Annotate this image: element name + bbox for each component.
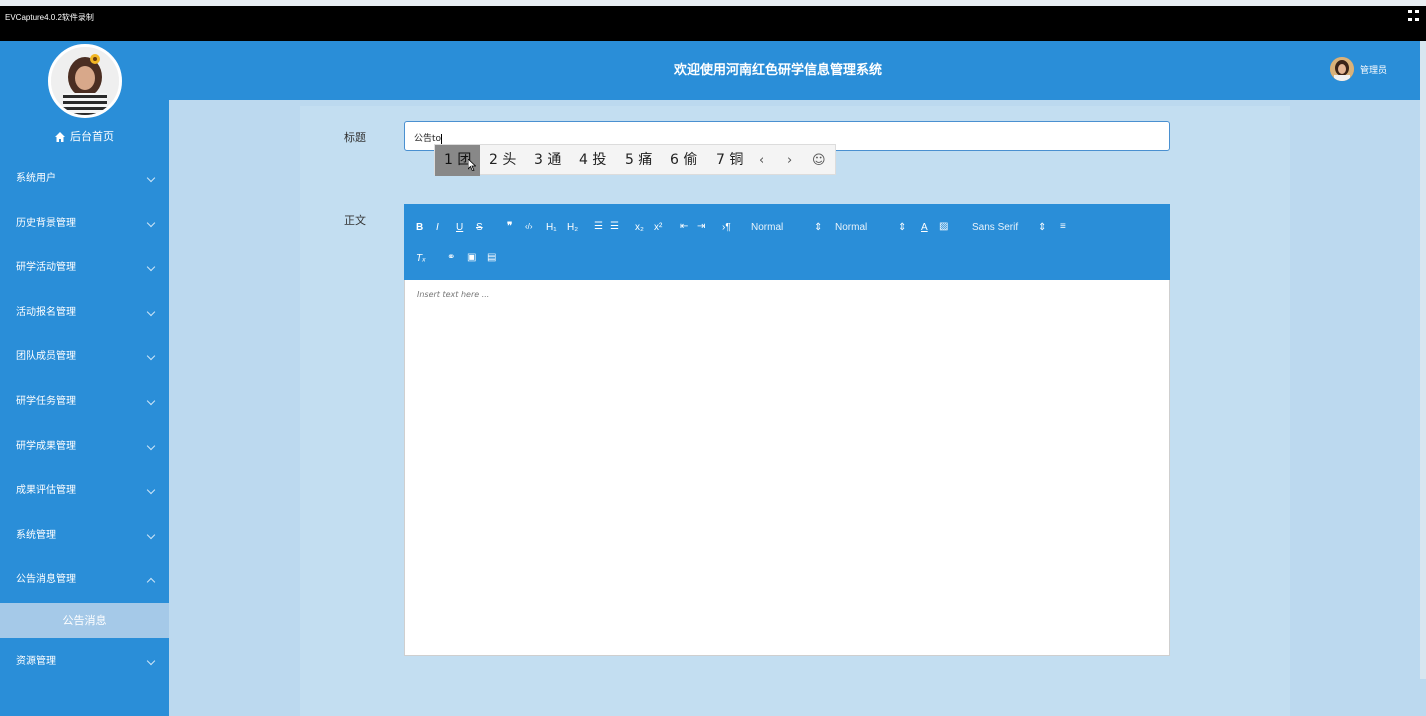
rich-text-editor: B I U S ❞ ‹/› H₁ H₂ ☰ ☰ x₂ x² ⇤ ⇥ ›¶ Nor…: [404, 204, 1170, 656]
page-title: 欢迎使用河南红色研学信息管理系统: [673, 63, 882, 78]
code-block-icon[interactable]: ‹/›: [525, 222, 533, 231]
blockquote-icon[interactable]: ❞: [507, 221, 512, 232]
superscript-icon[interactable]: x²: [654, 222, 662, 233]
capture-caption: EVCapture4.0.2软件录制: [5, 13, 94, 22]
text-caret: [441, 133, 443, 144]
video-icon[interactable]: ▤: [487, 252, 496, 263]
indent-increase-icon[interactable]: ⇥: [697, 221, 705, 232]
font-select[interactable]: Sans Serif: [972, 222, 1018, 233]
bold-icon[interactable]: B: [416, 222, 423, 233]
text-color-icon[interactable]: A: [921, 222, 928, 233]
chevron-down-icon: [146, 656, 156, 666]
user-avatar[interactable]: [48, 44, 122, 118]
admin-avatar[interactable]: [1330, 57, 1354, 81]
sidebar-item-label: 资源管理: [16, 655, 56, 667]
italic-icon[interactable]: I: [436, 222, 439, 233]
ime-emoji-icon[interactable]: ☺: [812, 145, 826, 176]
sidebar-item-study-activity[interactable]: 研学活动管理: [0, 246, 169, 291]
announcement-form: 标题 公告to 1 团 2 头 3 通 4 投 5 痛 6 偷 7 铜 ‹ › …: [300, 106, 1290, 716]
header-select[interactable]: Normal: [751, 222, 783, 233]
text-direction-icon[interactable]: ›¶: [722, 222, 731, 233]
font-select-arrows-icon[interactable]: ⇕: [1038, 222, 1046, 233]
background-color-icon[interactable]: ▨: [939, 221, 948, 232]
body-label: 正文: [344, 214, 366, 227]
strikethrough-icon[interactable]: S: [476, 222, 483, 233]
ordered-list-icon[interactable]: ☰: [594, 221, 603, 232]
chevron-down-icon: [146, 441, 156, 450]
ime-candidate-bar: 1 团 2 头 3 通 4 投 5 痛 6 偷 7 铜 ‹ › ☺: [434, 144, 836, 176]
chevron-down-icon: [146, 307, 156, 317]
bullet-list-icon[interactable]: ☰: [610, 221, 619, 232]
align-icon[interactable]: ≡: [1060, 221, 1066, 232]
chevron-down-icon: [146, 218, 156, 227]
header-1-icon[interactable]: H₁: [546, 222, 557, 233]
sidebar-item-label: 活动报名管理: [16, 306, 76, 318]
sidebar-item-system-users[interactable]: 系统用户: [0, 157, 169, 202]
chevron-down-icon: [146, 530, 156, 539]
sidebar-item-result-evaluation[interactable]: 成果评估管理: [0, 469, 169, 514]
sidebar-item-system-management[interactable]: 系统管理: [0, 514, 169, 559]
chevron-down-icon: [146, 173, 156, 183]
header-2-icon[interactable]: H₂: [567, 222, 578, 233]
chevron-down-icon: [146, 396, 156, 406]
sidebar-item-label: 系统管理: [16, 529, 56, 541]
sidebar-item-history-background[interactable]: 历史背景管理: [0, 202, 169, 247]
sidebar: 后台首页 系统用户 历史背景管理 研学活动管理 活动报名管理 团队成员管理 研学…: [0, 41, 169, 716]
sidebar-item-label: 研学活动管理: [16, 262, 76, 274]
ime-candidate[interactable]: 6 偷: [670, 145, 697, 176]
sidebar-home-label: 后台首页: [70, 130, 114, 143]
exit-fullscreen-icon[interactable]: [1408, 10, 1420, 22]
ime-next-page-icon[interactable]: ›: [787, 145, 792, 176]
capture-title-bar: EVCapture4.0.2软件录制: [0, 0, 1426, 41]
home-icon: [55, 132, 65, 142]
ime-candidate[interactable]: 7 铜: [716, 145, 743, 176]
sidebar-item-label: 历史背景管理: [16, 217, 76, 229]
size-select-arrows-icon[interactable]: ⇕: [898, 222, 906, 233]
clear-format-icon[interactable]: Tₓ: [416, 253, 426, 264]
admin-label[interactable]: 管理员: [1360, 63, 1387, 76]
editor-placeholder: Insert text here ...: [417, 290, 490, 299]
sidebar-subitem-announcement[interactable]: 公告消息: [0, 602, 169, 638]
sidebar-item-label: 公告消息管理: [16, 574, 76, 586]
top-header: 欢迎使用河南红色研学信息管理系统 管理员: [169, 41, 1426, 100]
sidebar-item-activity-signup[interactable]: 活动报名管理: [0, 291, 169, 336]
chevron-down-icon: [146, 262, 156, 272]
editor-toolbar: B I U S ❞ ‹/› H₁ H₂ ☰ ☰ x₂ x² ⇤ ⇥ ›¶ Nor…: [404, 204, 1170, 280]
sidebar-item-resources[interactable]: 资源管理: [0, 640, 169, 685]
chevron-down-icon: [146, 352, 156, 361]
title-input-value: 公告to: [414, 134, 442, 144]
ime-candidate[interactable]: 3 通: [534, 145, 561, 176]
browser-tab-strip: [0, 0, 1426, 6]
ime-candidate[interactable]: 2 头: [489, 145, 516, 176]
title-label: 标题: [344, 131, 366, 144]
sidebar-item-team-members[interactable]: 团队成员管理: [0, 335, 169, 380]
indent-decrease-icon[interactable]: ⇤: [680, 221, 688, 232]
sidebar-home-link[interactable]: 后台首页: [0, 126, 169, 148]
editor-content-area[interactable]: Insert text here ...: [404, 280, 1170, 656]
chevron-down-icon: [146, 485, 156, 495]
content-area: 标题 公告to 1 团 2 头 3 通 4 投 5 痛 6 偷 7 铜 ‹ › …: [169, 100, 1426, 716]
ime-prev-page-icon[interactable]: ‹: [759, 145, 764, 176]
chevron-up-icon: [146, 578, 156, 587]
sidebar-item-announcements[interactable]: 公告消息管理: [0, 558, 169, 603]
sidebar-item-label: 成果评估管理: [16, 485, 76, 497]
sidebar-item-study-results[interactable]: 研学成果管理: [0, 425, 169, 470]
sidebar-item-label: 系统用户: [16, 173, 56, 184]
sidebar-item-label: 团队成员管理: [16, 351, 76, 363]
mouse-cursor-icon: [468, 159, 476, 171]
sidebar-item-study-tasks[interactable]: 研学任务管理: [0, 380, 169, 425]
subscript-icon[interactable]: x₂: [635, 222, 644, 233]
sidebar-item-label: 研学成果管理: [16, 440, 76, 452]
ime-candidate[interactable]: 4 投: [579, 145, 606, 176]
page-scrollbar[interactable]: [1420, 41, 1426, 679]
size-select[interactable]: Normal: [835, 222, 867, 233]
link-icon[interactable]: ⚭: [447, 252, 455, 263]
sidebar-item-label: 研学任务管理: [16, 395, 76, 407]
underline-icon[interactable]: U: [456, 222, 463, 233]
sidebar-menu: 系统用户 历史背景管理 研学活动管理 活动报名管理 团队成员管理 研学任务管理 …: [0, 157, 169, 685]
ime-candidate[interactable]: 5 痛: [625, 145, 652, 176]
header-select-arrows-icon[interactable]: ⇕: [814, 222, 822, 233]
image-icon[interactable]: ▣: [467, 252, 476, 263]
